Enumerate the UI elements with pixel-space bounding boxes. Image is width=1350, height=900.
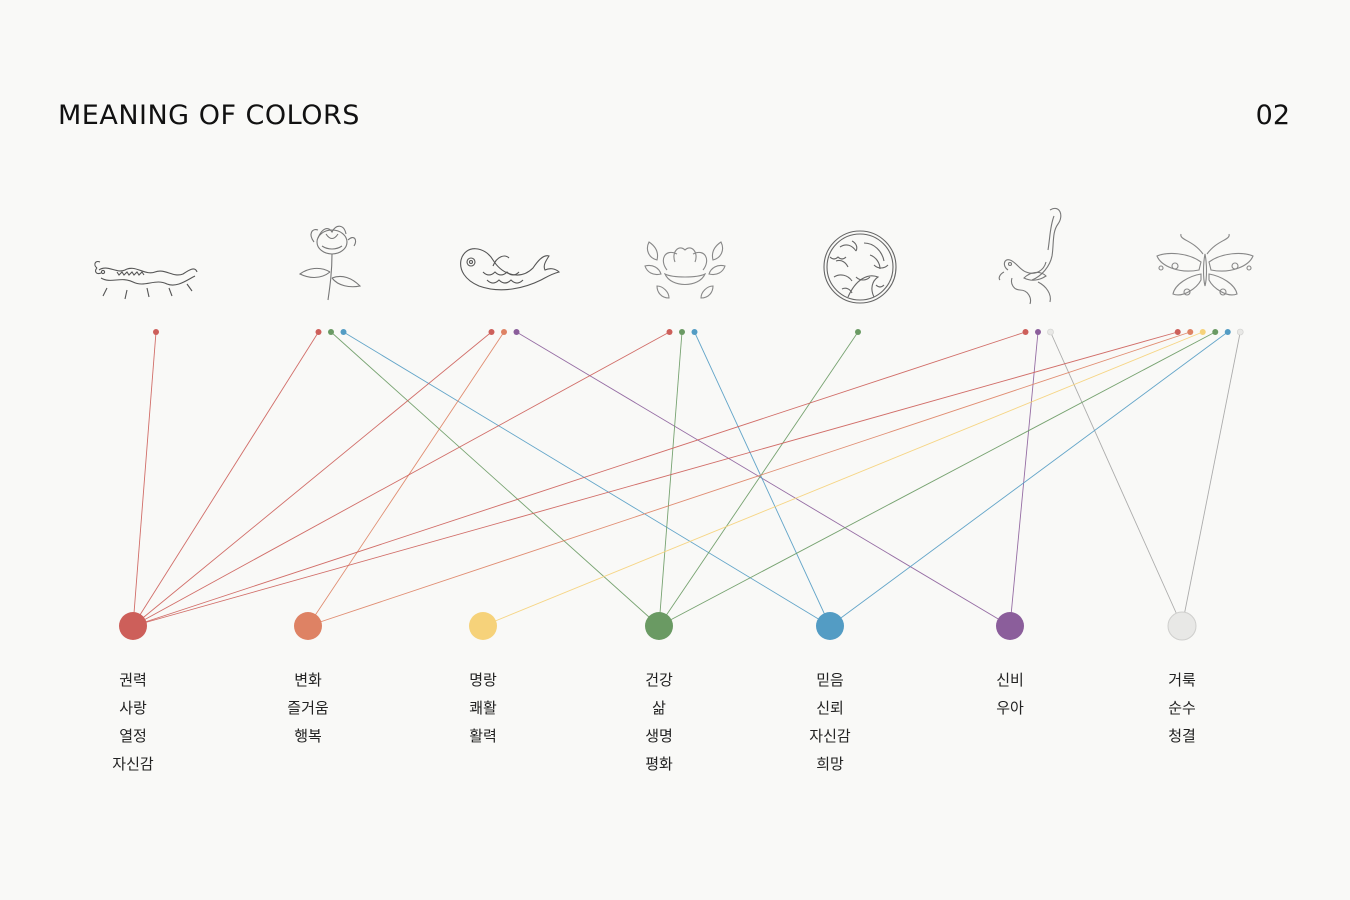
color-node-red [119, 612, 147, 640]
color-node-yellow [469, 612, 497, 640]
meanings-white: 거룩순수청결 [1122, 666, 1242, 750]
dot-peony-green [679, 329, 685, 335]
meaning-label: 열정 [119, 727, 147, 745]
color-nodes [119, 611, 1197, 641]
meaning-label: 권력 [119, 671, 147, 689]
dot-butterfly-green [1212, 329, 1219, 335]
meaning-label: 희망 [816, 755, 844, 773]
connection-lines [132, 331, 1241, 627]
meaning-label: 쾌활 [469, 699, 497, 717]
link-peony-blue [694, 331, 831, 627]
dot-peony-blue [691, 329, 698, 335]
butterfly-icon [1156, 233, 1254, 296]
color-node-green [645, 612, 673, 640]
dot-fish-purple [513, 329, 520, 335]
dot-butterfly-white [1236, 328, 1244, 336]
dot-phoenix-red [1022, 329, 1029, 335]
meaning-label: 활력 [469, 727, 497, 745]
meanings-red: 권력사랑열정자신감 [73, 666, 193, 778]
color-node-orange [294, 612, 322, 640]
meaning-label: 신비 [996, 671, 1024, 689]
meaning-label: 변화 [294, 671, 322, 689]
link-crane-medallion-green [658, 331, 859, 627]
meaning-label: 자신감 [112, 755, 154, 773]
dot-peony-red [666, 329, 673, 335]
crane-medallion-icon [823, 230, 897, 304]
link-fish-red [132, 331, 492, 627]
dot-chrysanthemum-blue [340, 329, 347, 335]
meanings-green: 건강삶생명평화 [599, 666, 719, 778]
dot-butterfly-yellow [1199, 329, 1206, 335]
link-chrysanthemum-green [330, 331, 660, 627]
meaning-label: 사랑 [119, 699, 147, 717]
peony-icon [644, 241, 726, 299]
link-phoenix-purple [1009, 331, 1039, 627]
dot-chrysanthemum-green [328, 329, 334, 335]
link-peony-green [658, 331, 683, 627]
dot-butterfly-blue [1224, 329, 1231, 335]
dot-chrysanthemum-red [315, 329, 322, 335]
link-peony-red [132, 331, 670, 627]
link-butterfly-red [132, 331, 1178, 627]
link-phoenix-white [1050, 331, 1183, 627]
link-dragon-red [132, 331, 157, 627]
chrysanthemum-icon [298, 225, 362, 301]
dot-phoenix-purple [1035, 329, 1041, 335]
motif-color-dots [153, 328, 1244, 336]
meaning-label: 평화 [645, 755, 673, 773]
meanings-blue: 믿음신뢰자신감희망 [770, 666, 890, 778]
meaning-label: 신뢰 [816, 699, 844, 717]
dot-butterfly-orange [1187, 329, 1194, 335]
link-chrysanthemum-blue [343, 331, 831, 627]
link-butterfly-white [1181, 331, 1241, 627]
meaning-label: 믿음 [816, 671, 844, 689]
meaning-label: 생명 [645, 727, 673, 745]
meaning-label: 우아 [996, 699, 1024, 717]
phoenix-icon [998, 207, 1062, 305]
meaning-label: 삶 [652, 699, 666, 717]
link-phoenix-red [132, 331, 1026, 627]
meaning-label: 행복 [294, 727, 322, 745]
meaning-label: 자신감 [809, 727, 851, 745]
link-butterfly-orange [307, 331, 1191, 627]
meaning-label: 건강 [645, 671, 673, 689]
dot-phoenix-white [1047, 328, 1054, 336]
dot-fish-orange [501, 329, 507, 335]
meaning-label: 청결 [1168, 727, 1196, 745]
meaning-label: 순수 [1168, 699, 1196, 717]
link-fish-orange [307, 331, 505, 627]
dragon-icon [94, 261, 198, 300]
meanings-yellow: 명랑쾌활활력 [423, 666, 543, 750]
dot-fish-red [488, 329, 495, 335]
link-butterfly-green [658, 331, 1216, 627]
link-butterfly-blue [829, 331, 1229, 627]
meaning-label: 거룩 [1168, 671, 1196, 689]
color-node-white [1167, 611, 1197, 641]
meaning-label: 명랑 [469, 671, 497, 689]
color-node-blue [816, 612, 844, 640]
meaning-label: 즐거움 [287, 699, 329, 717]
meanings-purple: 신비우아 [950, 666, 1070, 722]
fish-icon [460, 248, 561, 291]
dot-crane-medallion-green [855, 329, 861, 335]
color-node-purple [996, 612, 1024, 640]
meanings-orange: 변화즐거움행복 [248, 666, 368, 750]
dot-butterfly-red [1174, 329, 1181, 335]
dot-dragon-red [153, 329, 159, 335]
